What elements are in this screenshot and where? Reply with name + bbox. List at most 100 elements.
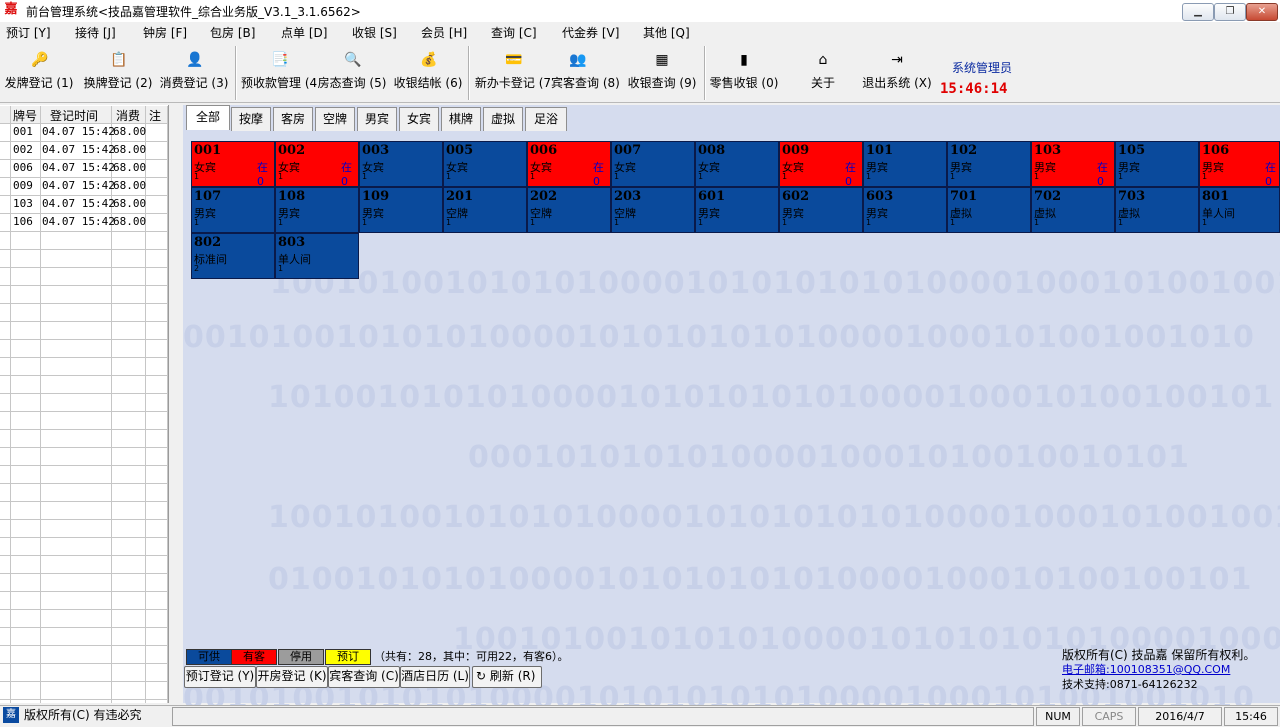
tab-2[interactable]: 客房 bbox=[273, 107, 313, 131]
list-gridline bbox=[0, 123, 168, 124]
table-row[interactable]: 103 04.07 15:42 68.00 bbox=[0, 197, 168, 214]
reservation-button[interactable]: 预订登记 (Y) bbox=[184, 666, 256, 688]
room-tile[interactable]: 009 女宾 1 在0 bbox=[779, 141, 863, 187]
room-number: 803 bbox=[278, 235, 306, 250]
room-capacity: 2 bbox=[194, 264, 200, 273]
room-tile[interactable]: 008 女宾 1 bbox=[695, 141, 779, 187]
room-capacity: 1 bbox=[950, 172, 956, 181]
column-header-note[interactable]: 注 bbox=[149, 107, 161, 124]
room-tile[interactable]: 803 单人间 1 bbox=[275, 233, 359, 279]
toolbar-button-10[interactable]: ⌂ 关于 bbox=[799, 46, 847, 100]
toolbar-label-7: 宾客查询 (8) bbox=[551, 76, 620, 90]
menu-item-6[interactable]: 会员 [H] bbox=[421, 24, 467, 41]
list-gridline bbox=[0, 555, 168, 556]
table-row[interactable]: 001 04.07 15:42 68.00 bbox=[0, 125, 168, 142]
room-number: 702 bbox=[1034, 189, 1062, 204]
tab-0[interactable]: 全部 bbox=[186, 105, 230, 130]
menu-item-9[interactable]: 其他 [Q] bbox=[643, 24, 690, 41]
menu-item-1[interactable]: 接待 [J] bbox=[75, 24, 116, 41]
room-tile[interactable]: 003 女宾 1 bbox=[359, 141, 443, 187]
room-tile[interactable]: 601 男宾 1 bbox=[695, 187, 779, 233]
status-date: 2016/4/7 bbox=[1138, 707, 1222, 726]
room-number: 601 bbox=[698, 189, 726, 204]
room-tile[interactable]: 201 空牌 1 bbox=[443, 187, 527, 233]
menu-item-4[interactable]: 点单 [D] bbox=[281, 24, 327, 41]
restore-button[interactable]: ❐ bbox=[1214, 3, 1246, 21]
room-tile[interactable]: 701 虚拟 1 bbox=[947, 187, 1031, 233]
room-tile[interactable]: 007 女宾 1 bbox=[611, 141, 695, 187]
list-gridline bbox=[0, 375, 168, 376]
room-tile[interactable]: 602 男宾 1 bbox=[779, 187, 863, 233]
menu-item-7[interactable]: 查询 [C] bbox=[491, 24, 537, 41]
column-header-amount[interactable]: 消费 bbox=[116, 107, 140, 124]
toolbar-button-0[interactable]: 🔑 发牌登记 (1) bbox=[4, 46, 74, 100]
room-tile[interactable]: 102 男宾 1 bbox=[947, 141, 1031, 187]
list-gridline bbox=[0, 339, 168, 340]
hotel-calendar-button[interactable]: 酒店日历 (L) bbox=[400, 666, 470, 688]
room-capacity: 1 bbox=[782, 172, 788, 181]
room-tile[interactable]: 002 女宾 1 在0 bbox=[275, 141, 359, 187]
room-tile[interactable]: 703 虚拟 1 bbox=[1115, 187, 1199, 233]
toolbar-button-11[interactable]: ⇥ 退出系统 (X) bbox=[862, 46, 932, 100]
table-row[interactable]: 106 04.07 15:42 68.00 bbox=[0, 215, 168, 232]
toolbar-button-2[interactable]: 👤 消费登记 (3) bbox=[159, 46, 229, 100]
table-row[interactable]: 002 04.07 15:42 68.00 bbox=[0, 143, 168, 160]
menu-item-8[interactable]: 代金券 [V] bbox=[562, 24, 619, 41]
room-tile[interactable]: 801 单人间 1 bbox=[1199, 187, 1280, 233]
tab-4[interactable]: 男宾 bbox=[357, 107, 397, 131]
room-tile[interactable]: 107 男宾 1 bbox=[191, 187, 275, 233]
room-tile[interactable]: 603 男宾 1 bbox=[863, 187, 947, 233]
guest-query-button[interactable]: 宾客查询 (C) bbox=[328, 666, 400, 688]
row-amount: 68.00 bbox=[113, 125, 147, 138]
menu-item-2[interactable]: 钟房 [F] bbox=[143, 24, 187, 41]
close-button[interactable]: ✕ bbox=[1246, 3, 1278, 21]
room-capacity: 1 bbox=[278, 218, 284, 227]
checkin-button[interactable]: 开房登记 (K) bbox=[256, 666, 328, 688]
room-tile[interactable]: 103 男宾 1 在0 bbox=[1031, 141, 1115, 187]
tab-6[interactable]: 棋牌 bbox=[441, 107, 481, 131]
room-number: 002 bbox=[278, 143, 306, 158]
toolbar-button-6[interactable]: 💳 新办卡登记 (7 bbox=[474, 46, 552, 100]
tab-5[interactable]: 女宾 bbox=[399, 107, 439, 131]
email-link[interactable]: 电子邮箱:100108351@QQ.COM bbox=[1062, 661, 1230, 677]
list-gridline bbox=[0, 447, 168, 448]
refresh-button[interactable]: ↻ 刷新 (R) bbox=[472, 666, 542, 688]
room-tile[interactable]: 006 女宾 1 在0 bbox=[527, 141, 611, 187]
toolbar-button-8[interactable]: ▦ 收银查询 (9) bbox=[627, 46, 697, 100]
toolbar-button-5[interactable]: 💰 收银结帐 (6) bbox=[392, 46, 464, 100]
row-amount: 68.00 bbox=[113, 161, 147, 174]
toolbar-button-9[interactable]: ▮ 零售收银 (0) bbox=[709, 46, 779, 100]
toolbar-button-1[interactable]: 📋 换牌登记 (2) bbox=[83, 46, 153, 100]
room-tile[interactable]: 108 男宾 1 bbox=[275, 187, 359, 233]
tab-7[interactable]: 虚拟 bbox=[483, 107, 523, 131]
room-tile[interactable]: 109 男宾 1 bbox=[359, 187, 443, 233]
room-tile[interactable]: 106 男宾 1 在0 bbox=[1199, 141, 1280, 187]
room-tile[interactable]: 202 空牌 1 bbox=[527, 187, 611, 233]
menu-item-3[interactable]: 包房 [B] bbox=[210, 24, 255, 41]
room-tile[interactable]: 702 虚拟 1 bbox=[1031, 187, 1115, 233]
toolbar-button-4[interactable]: 🔍 房态查询 (5) bbox=[317, 46, 387, 100]
room-tile[interactable]: 005 女宾 1 bbox=[443, 141, 527, 187]
table-row[interactable]: 006 04.07 15:42 68.00 bbox=[0, 161, 168, 178]
list-gridline bbox=[0, 609, 168, 610]
room-tile[interactable]: 001 女宾 1 在0 bbox=[191, 141, 275, 187]
toolbar-button-3[interactable]: 📑 预收款管理 (4 bbox=[241, 46, 317, 100]
room-tile[interactable]: 203 空牌 1 bbox=[611, 187, 695, 233]
room-tile[interactable]: 105 男宾 1 bbox=[1115, 141, 1199, 187]
list-gridline bbox=[0, 627, 168, 628]
room-capacity: 1 bbox=[1034, 172, 1040, 181]
menu-item-0[interactable]: 预订 [Y] bbox=[6, 24, 51, 41]
column-header-number[interactable]: 牌号 bbox=[13, 107, 37, 124]
toolbar-button-7[interactable]: 👥 宾客查询 (8) bbox=[551, 46, 620, 100]
list-gridline bbox=[0, 483, 168, 484]
minimize-button[interactable]: ▁ bbox=[1182, 3, 1214, 21]
tab-8[interactable]: 足浴 bbox=[525, 107, 567, 131]
tab-1[interactable]: 按摩 bbox=[231, 107, 271, 131]
column-header-time[interactable]: 登记时间 bbox=[50, 107, 98, 124]
table-row[interactable]: 009 04.07 15:42 68.00 bbox=[0, 179, 168, 196]
tab-3[interactable]: 空牌 bbox=[315, 107, 355, 131]
menu-item-5[interactable]: 收银 [S] bbox=[352, 24, 397, 41]
room-tile[interactable]: 802 标准间 2 bbox=[191, 233, 275, 279]
room-tile[interactable]: 101 男宾 1 bbox=[863, 141, 947, 187]
list-gridline bbox=[0, 267, 168, 268]
